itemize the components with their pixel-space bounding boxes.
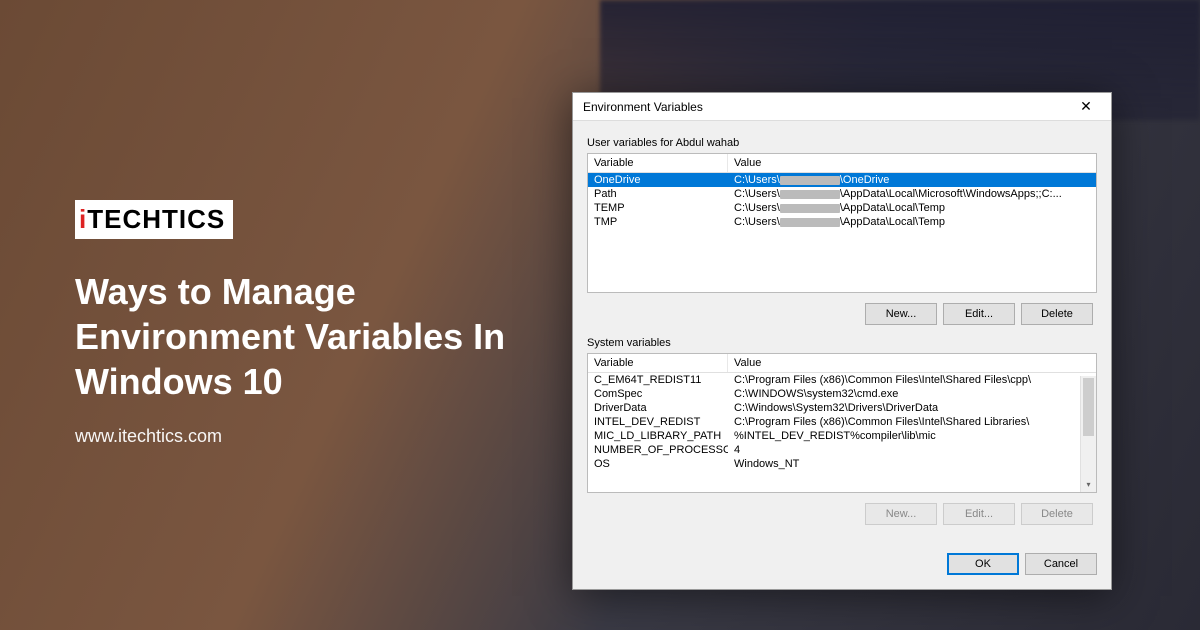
cell-variable: C_EM64T_REDIST11 bbox=[588, 373, 728, 387]
table-row[interactable]: ComSpecC:\WINDOWS\system32\cmd.exe bbox=[588, 387, 1080, 401]
ok-button[interactable]: OK bbox=[947, 553, 1019, 575]
col-header-variable[interactable]: Variable bbox=[588, 154, 728, 172]
cell-value: C:\Program Files (x86)\Common Files\Inte… bbox=[728, 373, 1080, 387]
col-header-variable[interactable]: Variable bbox=[588, 354, 728, 372]
col-header-value[interactable]: Value bbox=[728, 154, 1096, 172]
table-row[interactable]: C_EM64T_REDIST11C:\Program Files (x86)\C… bbox=[588, 373, 1080, 387]
cell-value: C:\WINDOWS\system32\cmd.exe bbox=[728, 387, 1080, 401]
logo: iTECHTICS bbox=[75, 200, 233, 239]
table-row[interactable]: PathC:\Users\\AppData\Local\Microsoft\Wi… bbox=[588, 187, 1096, 201]
cell-variable: MIC_LD_LIBRARY_PATH bbox=[588, 429, 728, 443]
user-list-header[interactable]: Variable Value bbox=[588, 154, 1096, 173]
redacted-text bbox=[780, 190, 840, 199]
scroll-thumb[interactable] bbox=[1083, 378, 1094, 436]
system-new-button[interactable]: New... bbox=[865, 503, 937, 525]
system-variables-label: System variables bbox=[587, 337, 1097, 349]
system-edit-button[interactable]: Edit... bbox=[943, 503, 1015, 525]
cell-variable: OS bbox=[588, 457, 728, 471]
user-new-button[interactable]: New... bbox=[865, 303, 937, 325]
system-variables-list[interactable]: Variable Value C_EM64T_REDIST11C:\Progra… bbox=[587, 353, 1097, 493]
cell-value: Windows_NT bbox=[728, 457, 1080, 471]
cell-value: C:\Windows\System32\Drivers\DriverData bbox=[728, 401, 1080, 415]
cell-value: C:\Users\\AppData\Local\Microsoft\Window… bbox=[728, 187, 1096, 201]
env-variables-dialog: Environment Variables ✕ User variables f… bbox=[572, 92, 1112, 590]
table-row[interactable]: OSWindows_NT bbox=[588, 457, 1080, 471]
system-scrollbar[interactable]: ▴ ▾ bbox=[1080, 376, 1096, 492]
close-button[interactable]: ✕ bbox=[1067, 95, 1105, 119]
scroll-down-icon[interactable]: ▾ bbox=[1081, 476, 1096, 492]
col-header-value[interactable]: Value bbox=[728, 354, 1096, 372]
dialog-title: Environment Variables bbox=[583, 100, 1067, 114]
table-row[interactable]: TMPC:\Users\\AppData\Local\Temp bbox=[588, 215, 1096, 229]
site-url: www.itechtics.com bbox=[75, 426, 555, 447]
cell-variable: INTEL_DEV_REDIST bbox=[588, 415, 728, 429]
cell-value: C:\Users\\AppData\Local\Temp bbox=[728, 215, 1096, 229]
cell-value: 4 bbox=[728, 443, 1080, 457]
close-icon: ✕ bbox=[1080, 98, 1092, 115]
dialog-titlebar[interactable]: Environment Variables ✕ bbox=[573, 93, 1111, 121]
user-variables-list[interactable]: Variable Value OneDriveC:\Users\\OneDriv… bbox=[587, 153, 1097, 293]
cell-variable: ComSpec bbox=[588, 387, 728, 401]
user-delete-button[interactable]: Delete bbox=[1021, 303, 1093, 325]
logo-letter-i: i bbox=[79, 204, 87, 234]
cell-variable: DriverData bbox=[588, 401, 728, 415]
cell-value: C:\Users\\OneDrive bbox=[728, 173, 1096, 187]
system-delete-button[interactable]: Delete bbox=[1021, 503, 1093, 525]
headline: Ways to Manage Environment Variables In … bbox=[75, 269, 555, 404]
cell-variable: NUMBER_OF_PROCESSORS bbox=[588, 443, 728, 457]
table-row[interactable]: DriverDataC:\Windows\System32\Drivers\Dr… bbox=[588, 401, 1080, 415]
redacted-text bbox=[780, 204, 840, 213]
system-list-header[interactable]: Variable Value bbox=[588, 354, 1096, 373]
redacted-text bbox=[780, 176, 840, 185]
cell-value: C:\Users\\AppData\Local\Temp bbox=[728, 201, 1096, 215]
user-edit-button[interactable]: Edit... bbox=[943, 303, 1015, 325]
cell-value: C:\Program Files (x86)\Common Files\Inte… bbox=[728, 415, 1080, 429]
promo-overlay: iTECHTICS Ways to Manage Environment Var… bbox=[75, 200, 555, 447]
table-row[interactable]: TEMPC:\Users\\AppData\Local\Temp bbox=[588, 201, 1096, 215]
cell-variable: Path bbox=[588, 187, 728, 201]
cell-variable: TMP bbox=[588, 215, 728, 229]
redacted-text bbox=[780, 218, 840, 227]
cell-value: %INTEL_DEV_REDIST%compiler\lib\mic bbox=[728, 429, 1080, 443]
table-row[interactable]: INTEL_DEV_REDISTC:\Program Files (x86)\C… bbox=[588, 415, 1080, 429]
cancel-button[interactable]: Cancel bbox=[1025, 553, 1097, 575]
table-row[interactable]: OneDriveC:\Users\\OneDrive bbox=[588, 173, 1096, 187]
cell-variable: TEMP bbox=[588, 201, 728, 215]
logo-rest: TECHTICS bbox=[87, 204, 225, 234]
table-row[interactable]: MIC_LD_LIBRARY_PATH%INTEL_DEV_REDIST%com… bbox=[588, 429, 1080, 443]
table-row[interactable]: NUMBER_OF_PROCESSORS4 bbox=[588, 443, 1080, 457]
user-variables-label: User variables for Abdul wahab bbox=[587, 137, 1097, 149]
cell-variable: OneDrive bbox=[588, 173, 728, 187]
